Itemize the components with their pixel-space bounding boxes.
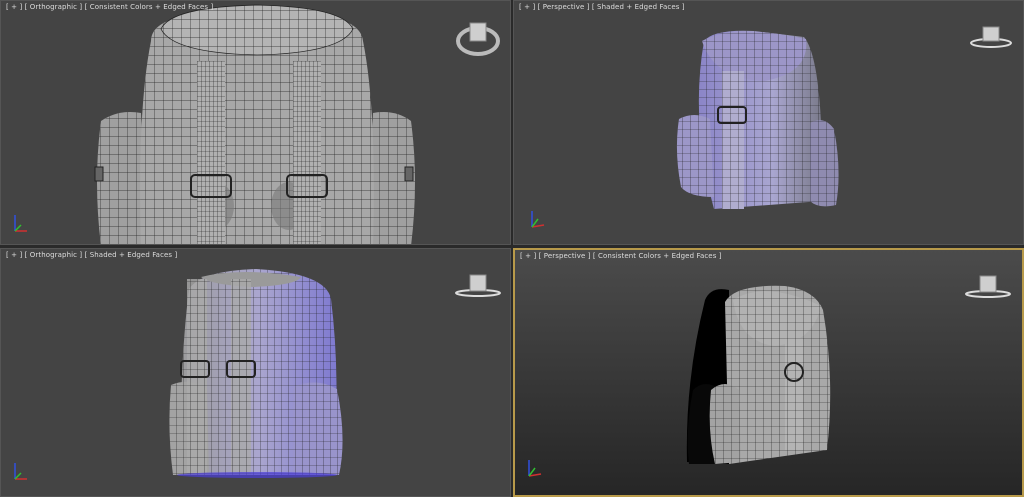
axis-tripod-icon bbox=[528, 460, 542, 477]
viewport-label[interactable]: [ + ] [ Perspective ] [ Consistent Color… bbox=[520, 252, 722, 260]
axis-tripod-icon bbox=[531, 211, 545, 228]
backpack-mesh-perspective-shaded[interactable] bbox=[514, 1, 1024, 245]
viewport-label[interactable]: [ + ] [ Orthographic ] [ Shaded + Edged … bbox=[6, 251, 177, 259]
viewcube-icon[interactable] bbox=[963, 272, 1013, 302]
viewport-bottom-right[interactable]: [ + ] [ Perspective ] [ Consistent Color… bbox=[513, 248, 1024, 497]
backpack-mesh-perspective-consistent[interactable] bbox=[515, 250, 1022, 495]
viewport-top-left[interactable]: [ + ] [ Orthographic ] [ Consistent Colo… bbox=[0, 0, 511, 245]
viewport-label[interactable]: [ + ] [ Perspective ] [ Shaded + Edged F… bbox=[519, 3, 685, 11]
viewcube-icon[interactable] bbox=[453, 271, 503, 301]
backpack-mesh-front[interactable] bbox=[1, 1, 511, 245]
viewcube-icon[interactable] bbox=[453, 19, 503, 61]
viewport-label[interactable]: [ + ] [ Orthographic ] [ Consistent Colo… bbox=[6, 3, 213, 11]
axis-tripod-icon bbox=[14, 215, 27, 232]
backpack-mesh-ortho-shaded[interactable] bbox=[1, 249, 511, 497]
axis-tripod-icon bbox=[14, 463, 27, 480]
viewport-top-right[interactable]: [ + ] [ Perspective ] [ Shaded + Edged F… bbox=[513, 0, 1024, 245]
viewport-bottom-left[interactable]: [ + ] [ Orthographic ] [ Shaded + Edged … bbox=[0, 248, 511, 497]
viewcube-icon[interactable] bbox=[966, 23, 1016, 53]
